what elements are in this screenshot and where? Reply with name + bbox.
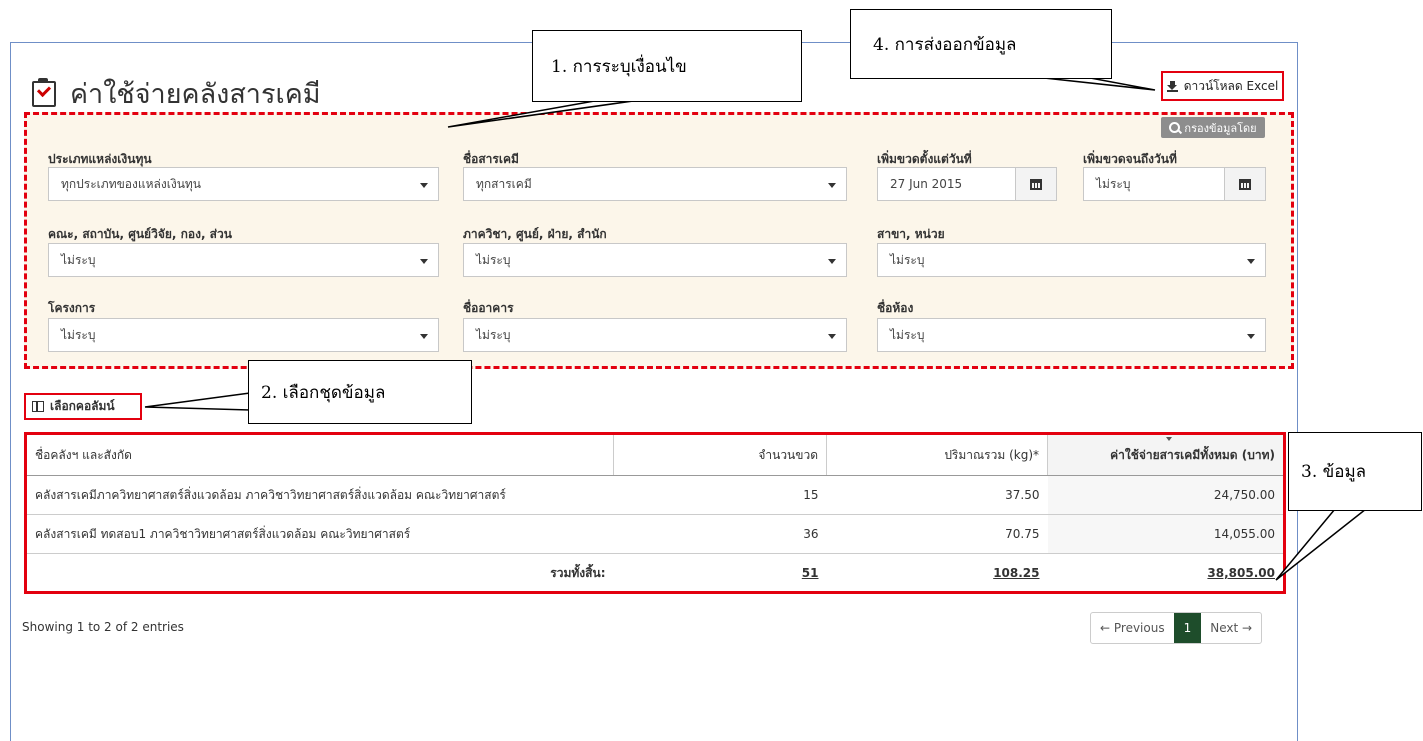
- cell-quantity: 70.75: [826, 514, 1048, 554]
- room-label: ชื่อห้อง: [877, 301, 914, 315]
- column-header-cost[interactable]: ค่าใช้จ่ายสารเคมีทั้งหมด (บาท): [1047, 435, 1283, 476]
- page-1-button[interactable]: 1: [1173, 613, 1202, 643]
- download-excel-label: ดาวน์โหลด Excel: [1183, 78, 1279, 93]
- room-select[interactable]: ไม่ระบุ: [877, 318, 1266, 352]
- funding-type-value: ทุกประเภทของแหล่งเงินทุน: [61, 176, 202, 191]
- data-table: ชื่อคลังฯ และสังกัด จำนวนขวด ปริมาณรวม (…: [27, 435, 1283, 592]
- choose-columns-button[interactable]: เลือกคอลัมน์: [24, 393, 142, 420]
- chevron-down-icon: [828, 183, 836, 188]
- funding-type-select[interactable]: ทุกประเภทของแหล่งเงินทุน: [48, 167, 439, 201]
- total-quantity: 108.25: [827, 554, 1048, 593]
- chevron-down-icon: [828, 334, 836, 339]
- chemical-name-select[interactable]: ทุกสารเคมี: [463, 167, 847, 201]
- date-to-value: ไม่ระบุ: [1096, 176, 1131, 191]
- date-from-value: 27 Jun 2015: [890, 177, 963, 191]
- column-header-quantity[interactable]: ปริมาณรวม (kg)*: [826, 435, 1048, 476]
- column-header-name[interactable]: ชื่อคลังฯ และสังกัด: [27, 435, 614, 476]
- table-info-text: Showing 1 to 2 of 2 entries: [22, 620, 184, 634]
- page-title: ค่าใช้จ่ายคลังสารเคมี: [32, 72, 321, 115]
- project-label: โครงการ: [48, 301, 96, 315]
- cell-cost: 14,055.00: [1047, 514, 1283, 554]
- cell-bottles: 36: [613, 514, 827, 554]
- department-select[interactable]: ไม่ระบุ: [463, 243, 847, 277]
- faculty-select[interactable]: ไม่ระบุ: [48, 243, 439, 277]
- branch-label: สาขา, หน่วย: [877, 227, 945, 241]
- chevron-down-icon: [420, 183, 428, 188]
- total-cost-value: 38,805.00: [1207, 566, 1275, 580]
- callout-3: 3. ข้อมูล: [1288, 432, 1422, 511]
- total-bottles: 51: [614, 554, 827, 593]
- calendar-icon: [1239, 178, 1251, 190]
- table-total-row: รวมทั้งสิ้น: 51 108.25 38,805.00: [27, 554, 1283, 593]
- date-from-calendar-button[interactable]: [1015, 168, 1056, 200]
- calendar-icon: [1030, 178, 1042, 190]
- choose-columns-label: เลือกคอลัมน์: [50, 399, 115, 413]
- download-icon: [1166, 80, 1178, 92]
- building-select[interactable]: ไม่ระบุ: [463, 318, 847, 352]
- previous-page-button[interactable]: ← Previous: [1091, 613, 1174, 643]
- column-header-bottles[interactable]: จำนวนขวด: [613, 435, 827, 476]
- project-select[interactable]: ไม่ระบุ: [48, 318, 439, 352]
- branch-select[interactable]: ไม่ระบุ: [877, 243, 1266, 277]
- page-title-text: ค่าใช้จ่ายคลังสารเคมี: [70, 79, 321, 110]
- cell-cost: 24,750.00: [1047, 475, 1283, 515]
- chevron-down-icon: [1247, 259, 1255, 264]
- sort-desc-icon: [1165, 437, 1172, 441]
- callout-1: 1. การระบุเงื่อนไข: [532, 30, 802, 102]
- chevron-down-icon: [828, 259, 836, 264]
- clipboard-check-icon: [32, 77, 56, 107]
- columns-icon: [32, 401, 44, 412]
- building-value: ไม่ระบุ: [476, 327, 511, 342]
- callout-2: 2. เลือกชุดข้อมูล: [248, 360, 472, 424]
- chevron-down-icon: [420, 259, 428, 264]
- faculty-label: คณะ, สถาบัน, ศูนย์วิจัย, กอง, ส่วน: [48, 227, 232, 241]
- room-value: ไม่ระบุ: [890, 327, 925, 342]
- filter-by-button[interactable]: กรองข้อมูลโดย: [1161, 117, 1265, 138]
- date-to-calendar-button[interactable]: [1224, 168, 1265, 200]
- date-to-input[interactable]: ไม่ระบุ: [1083, 167, 1266, 201]
- cell-name: คลังสารเคมีภาควิทยาศาสตร์สิ่งแวดล้อม ภาค…: [27, 475, 614, 515]
- faculty-value: ไม่ระบุ: [61, 252, 96, 267]
- total-quantity-value: 108.25: [993, 566, 1040, 580]
- cell-quantity: 37.50: [826, 475, 1048, 515]
- pagination: ← Previous 1 Next →: [1090, 612, 1263, 644]
- next-page-button[interactable]: Next →: [1201, 613, 1261, 643]
- table-header-row: ชื่อคลังฯ และสังกัด จำนวนขวด ปริมาณรวม (…: [27, 435, 1283, 476]
- column-header-cost-label: ค่าใช้จ่ายสารเคมีทั้งหมด (บาท): [1110, 447, 1275, 462]
- download-excel-button[interactable]: ดาวน์โหลด Excel: [1161, 71, 1284, 101]
- total-bottles-value: 51: [801, 566, 819, 580]
- department-label: ภาควิชา, ศูนย์, ฝ่าย, สำนัก: [463, 227, 607, 241]
- table-row: คลังสารเคมี ทดสอบ1 ภาควิชาวิทยาศาสตร์สิ่…: [27, 514, 1283, 554]
- chevron-down-icon: [1247, 334, 1255, 339]
- department-value: ไม่ระบุ: [476, 252, 511, 267]
- callout-4: 4. การส่งออกข้อมูล: [850, 9, 1112, 79]
- date-from-input[interactable]: 27 Jun 2015: [877, 167, 1057, 201]
- project-value: ไม่ระบุ: [61, 327, 96, 342]
- chevron-down-icon: [420, 334, 428, 339]
- data-table-container: ชื่อคลังฯ และสังกัด จำนวนขวด ปริมาณรวม (…: [24, 432, 1286, 594]
- total-label: รวมทั้งสิ้น:: [550, 565, 606, 580]
- building-label: ชื่ออาคาร: [463, 301, 514, 315]
- branch-value: ไม่ระบุ: [890, 252, 925, 267]
- cell-bottles: 15: [613, 475, 827, 515]
- table-row: คลังสารเคมีภาควิทยาศาสตร์สิ่งแวดล้อม ภาค…: [27, 475, 1283, 515]
- search-icon: [1169, 122, 1181, 133]
- total-cost: 38,805.00: [1048, 554, 1284, 593]
- cell-name: คลังสารเคมี ทดสอบ1 ภาควิชาวิทยาศาสตร์สิ่…: [27, 514, 614, 554]
- filter-by-label: กรองข้อมูลโดย: [1184, 121, 1257, 135]
- chemical-name-value: ทุกสารเคมี: [476, 176, 532, 191]
